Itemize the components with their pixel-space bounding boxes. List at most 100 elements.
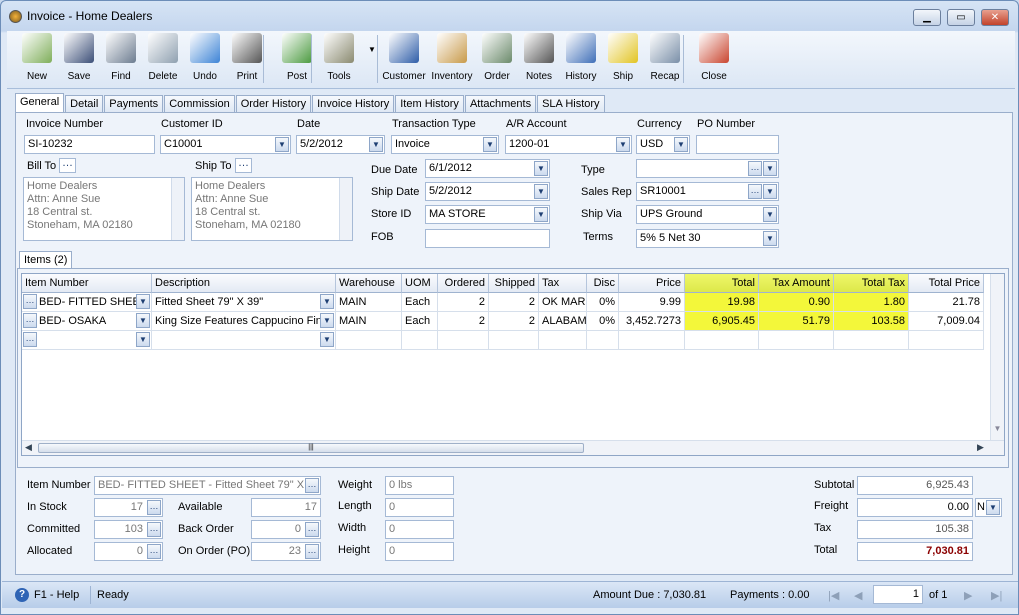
chevron-down-icon[interactable]: ▼ [616, 137, 630, 152]
column-header[interactable]: Disc [587, 274, 619, 293]
invoice-number-input[interactable]: SI-10232 [24, 135, 155, 154]
chevron-down-icon[interactable]: ▼ [136, 294, 150, 309]
type-combo[interactable]: … ▼ [636, 159, 779, 178]
column-header[interactable]: Tax Amount [759, 274, 834, 293]
tab-general[interactable]: General [15, 93, 65, 112]
ar-account-select[interactable]: 1200-01 ▼ [505, 135, 632, 154]
tab-commission[interactable]: Commission [164, 95, 235, 112]
grid-cell[interactable]: OK MARS [539, 293, 587, 312]
grid-cell[interactable] [619, 331, 685, 350]
back-order-field[interactable]: 0… [251, 520, 321, 539]
minimize-button[interactable]: ▁ [913, 9, 941, 26]
column-header[interactable]: Description [152, 274, 336, 293]
last-page-icon[interactable]: ▶| [991, 589, 1002, 602]
grid-cell[interactable]: ▼ [152, 331, 336, 350]
chevron-down-icon[interactable]: ▼ [275, 137, 289, 152]
tab-sla-history[interactable]: SLA History [537, 95, 605, 112]
chevron-down-icon[interactable]: ▼ [534, 184, 548, 199]
chevron-down-icon[interactable]: ▼ [763, 231, 777, 246]
table-row[interactable]: … ▼ ▼ [22, 331, 990, 350]
grid-cell[interactable] [402, 331, 438, 350]
ellipsis-icon[interactable]: … [23, 332, 37, 347]
terms-select[interactable]: 5% 5 Net 30 ▼ [636, 229, 779, 248]
toolbar-button-close[interactable]: Close [692, 33, 736, 82]
grid-cell[interactable]: Each [402, 312, 438, 331]
ellipsis-icon[interactable]: … [748, 161, 762, 176]
grid-cell[interactable] [834, 331, 909, 350]
due-date-picker[interactable]: 6/1/2012 ▼ [425, 159, 550, 178]
ellipsis-icon[interactable]: … [147, 500, 161, 515]
chevron-down-icon[interactable]: ▼ [986, 500, 1000, 515]
table-row[interactable]: … ▼ BED- OSAKA ▼ King Size Features Cappucin… [22, 312, 990, 331]
maximize-button[interactable]: ▭ [947, 9, 975, 26]
sales-rep-combo[interactable]: SR10001 … ▼ [636, 182, 779, 201]
grid-cell[interactable]: ▼ King Size Features Cappucino Finis [152, 312, 336, 331]
chevron-down-icon[interactable]: ▼ [763, 207, 777, 222]
bill-to-address[interactable]: Home Dealers Attn: Anne Sue 18 Central st.… [23, 177, 185, 241]
column-header[interactable]: Price [619, 274, 685, 293]
grid-cell[interactable] [685, 331, 759, 350]
grid-cell[interactable]: 3,452.7273 [619, 312, 685, 331]
column-header[interactable]: Shipped [489, 274, 539, 293]
grid-cell[interactable]: 2 [438, 293, 489, 312]
grid-cell[interactable]: … ▼ [22, 331, 152, 350]
po-number-input[interactable] [696, 135, 779, 154]
tab-item-history[interactable]: Item History [395, 95, 464, 112]
chevron-down-icon[interactable]: ▼ [320, 313, 334, 328]
length-field[interactable]: 0 [385, 498, 454, 517]
toolbar-button-delete[interactable]: Delete [141, 33, 185, 82]
table-row[interactable]: … ▼ BED- FITTED SHEET ▼ Fitted Sheet 79" X 3… [22, 293, 990, 312]
page-number-input[interactable]: 1 [873, 585, 923, 604]
grid-cell[interactable]: 0.90 [759, 293, 834, 312]
tab-detail[interactable]: Detail [65, 95, 104, 112]
ellipsis-icon[interactable]: … [305, 478, 319, 493]
grid-cell[interactable] [489, 331, 539, 350]
next-page-icon[interactable]: ▶ [964, 589, 972, 602]
tools-dropdown-icon[interactable]: ▼ [368, 45, 376, 54]
grid-cell[interactable]: 7,009.04 [909, 312, 984, 331]
chevron-down-icon[interactable]: ▼ [534, 207, 548, 222]
tab-invoice-history[interactable]: Invoice History [312, 95, 395, 112]
chevron-down-icon[interactable]: ▼ [534, 161, 548, 176]
grid-cell[interactable] [336, 331, 402, 350]
width-field[interactable]: 0 [385, 520, 454, 539]
fob-input[interactable] [425, 229, 550, 248]
ship-to-address[interactable]: Home Dealers Attn: Anne Sue 18 Central st.… [191, 177, 353, 241]
column-header[interactable]: Item Number [22, 274, 152, 293]
toolbar-button-history[interactable]: History [559, 33, 603, 82]
first-page-icon[interactable]: |◀ [828, 589, 839, 602]
ellipsis-icon[interactable]: … [23, 313, 37, 328]
grid-cell[interactable]: 1.80 [834, 293, 909, 312]
grid-cell[interactable]: Each [402, 293, 438, 312]
toolbar-button-find[interactable]: Find [99, 33, 143, 82]
column-header[interactable]: Total Price [909, 274, 984, 293]
bill-to-scrollbar[interactable] [171, 178, 184, 240]
ellipsis-icon[interactable]: … [23, 294, 37, 309]
transaction-type-select[interactable]: Invoice ▼ [391, 135, 499, 154]
on-order-field[interactable]: 23… [251, 542, 321, 561]
chevron-down-icon[interactable]: ▼ [136, 313, 150, 328]
tab-payments[interactable]: Payments [104, 95, 164, 112]
grid-cell[interactable]: … ▼ BED- OSAKA [22, 312, 152, 331]
grid-cell[interactable]: 9.99 [619, 293, 685, 312]
grid-cell[interactable]: 0% [587, 293, 619, 312]
grid-cell[interactable]: MAIN [336, 293, 402, 312]
grid-cell[interactable]: … ▼ BED- FITTED SHEET [22, 293, 152, 312]
toolbar-button-notes[interactable]: Notes [517, 33, 561, 82]
ship-to-scrollbar[interactable] [339, 178, 352, 240]
chevron-down-icon[interactable]: ▼ [674, 137, 688, 152]
grid-horizontal-scrollbar[interactable]: ◀ ||| ▶ [22, 440, 1004, 455]
grid-vertical-scrollbar[interactable]: ▼ [990, 274, 1004, 441]
grid-cell[interactable]: 2 [438, 312, 489, 331]
freight-field[interactable]: 0.00 [857, 498, 973, 517]
ellipsis-icon[interactable]: … [147, 544, 161, 559]
committed-field[interactable]: 103… [94, 520, 163, 539]
allocated-field[interactable]: 0… [94, 542, 163, 561]
toolbar-button-undo[interactable]: Undo [183, 33, 227, 82]
toolbar-button-order[interactable]: Order [475, 33, 519, 82]
grid-cell[interactable] [909, 331, 984, 350]
ellipsis-icon[interactable]: … [305, 544, 319, 559]
chevron-down-icon[interactable]: ▼ [136, 332, 150, 347]
item-number-field[interactable]: BED- FITTED SHEET - Fitted Sheet 79" X 3… [94, 476, 321, 495]
customer-id-combo[interactable]: C10001 ▼ [160, 135, 291, 154]
